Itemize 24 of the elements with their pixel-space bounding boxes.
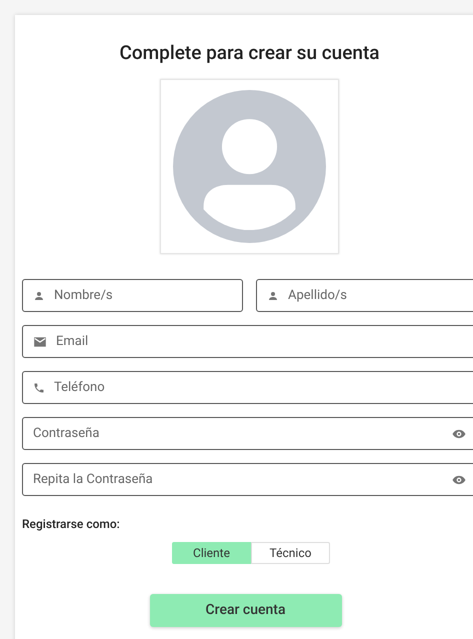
input-field[interactable]: Contraseña: [22, 417, 473, 450]
placeholder-text: Teléfono: [54, 378, 106, 397]
role-toggle[interactable]: Técnico: [251, 542, 330, 564]
placeholder-text: Apellido/s: [288, 286, 348, 305]
input-field[interactable]: Apellido/s: [256, 279, 473, 312]
input-field[interactable]: Teléfono: [22, 371, 473, 404]
create-account-button[interactable]: Crear cuenta: [150, 594, 342, 627]
phone-icon: [33, 382, 45, 394]
input-field[interactable]: Email: [22, 325, 473, 358]
eye-icon[interactable]: [452, 474, 466, 484]
placeholder-text: Contraseña: [33, 424, 100, 443]
placeholder-text: Email: [56, 332, 90, 351]
input-field[interactable]: Nombre/s: [22, 279, 243, 312]
avatar-icon: [173, 90, 326, 243]
placeholder-text: Nombre/s: [54, 286, 114, 305]
envelope-icon: [33, 336, 47, 348]
role-toggle[interactable]: Cliente: [172, 542, 251, 564]
placeholder-text: Repita la Contraseña: [33, 470, 154, 489]
input-field[interactable]: Repita la Contraseña: [22, 463, 473, 496]
role-label: Registrarse como:: [22, 516, 121, 533]
eye-icon[interactable]: [452, 428, 466, 438]
form-title: Complete para crear su cuenta: [119, 41, 380, 65]
person-icon: [33, 290, 45, 302]
person-icon: [267, 290, 279, 302]
